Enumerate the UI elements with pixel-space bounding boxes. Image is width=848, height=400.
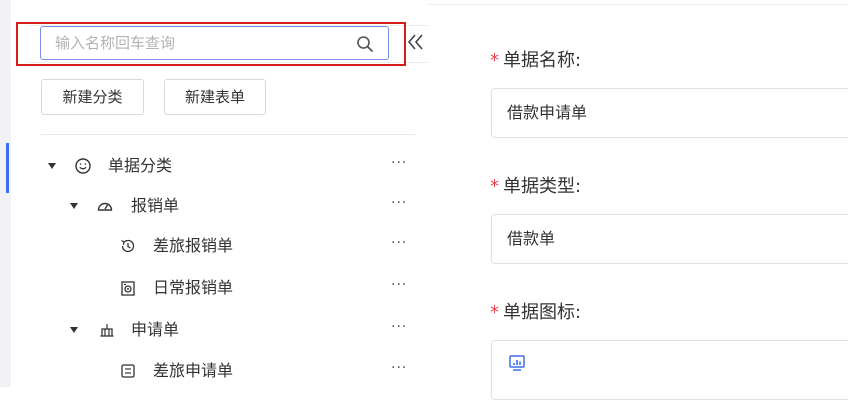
tree-node-travel-reimbursement[interactable]: 差旅报销单 ··· xyxy=(28,231,428,261)
tree-node-label: 日常报销单 xyxy=(153,278,234,297)
required-mark: * xyxy=(490,176,499,197)
form-name-label: * 单据名称: xyxy=(490,50,582,71)
tree-node-label: 差旅申请单 xyxy=(153,361,234,380)
divider xyxy=(41,134,415,135)
bank-icon xyxy=(100,324,114,337)
dashboard-icon xyxy=(97,202,113,211)
more-icon[interactable]: ··· xyxy=(391,195,407,211)
form-icon-picker[interactable] xyxy=(491,340,848,400)
sidebar: 新建分类 新建表单 单据分类 ··· 报销单 ··· 差旅报销单 ··· xyxy=(16,0,429,387)
more-icon[interactable]: ··· xyxy=(391,360,407,376)
left-strip xyxy=(0,0,11,387)
tree-node-application[interactable]: 申请单 ··· xyxy=(28,315,428,345)
more-icon[interactable]: ··· xyxy=(391,277,407,293)
search-highlight-box xyxy=(16,22,406,66)
active-indicator xyxy=(6,143,9,193)
save-icon xyxy=(121,364,135,378)
double-left-icon[interactable] xyxy=(406,31,426,53)
form-icon-label: * 单据图标: xyxy=(490,302,582,323)
tree-node-label: 申请单 xyxy=(131,320,180,339)
history-icon xyxy=(121,239,135,253)
smile-icon xyxy=(75,158,91,174)
form-type-select[interactable]: 借款单 xyxy=(491,214,848,264)
new-category-button[interactable]: 新建分类 xyxy=(41,79,144,115)
more-icon[interactable]: ··· xyxy=(391,235,407,251)
camera-icon xyxy=(121,281,135,296)
tree-node-category-root[interactable]: 单据分类 ··· xyxy=(28,151,428,181)
tree-node-label: 差旅报销单 xyxy=(153,236,234,255)
caret-down-icon[interactable] xyxy=(48,163,56,169)
more-icon[interactable]: ··· xyxy=(391,319,407,335)
required-mark: * xyxy=(490,302,499,323)
tree-node-daily-reimbursement[interactable]: 日常报销单 ··· xyxy=(28,273,428,303)
caret-down-icon[interactable] xyxy=(70,203,78,209)
form-panel: * 单据名称: 借款申请单 * 单据类型: 借款单 * 单据图标: xyxy=(428,0,848,400)
tree-node-label: 单据分类 xyxy=(108,156,173,175)
tree-node-label: 报销单 xyxy=(131,196,180,215)
tree-node-travel-application[interactable]: 差旅申请单 ··· xyxy=(28,356,428,386)
form-name-input[interactable]: 借款申请单 xyxy=(491,88,848,138)
more-icon[interactable]: ··· xyxy=(391,155,407,171)
tree-node-reimbursement[interactable]: 报销单 ··· xyxy=(28,191,428,221)
new-form-button[interactable]: 新建表单 xyxy=(164,79,266,115)
fund-icon xyxy=(509,355,525,371)
required-mark: * xyxy=(490,50,499,71)
form-type-label: * 单据类型: xyxy=(490,176,582,197)
caret-down-icon[interactable] xyxy=(70,327,78,333)
